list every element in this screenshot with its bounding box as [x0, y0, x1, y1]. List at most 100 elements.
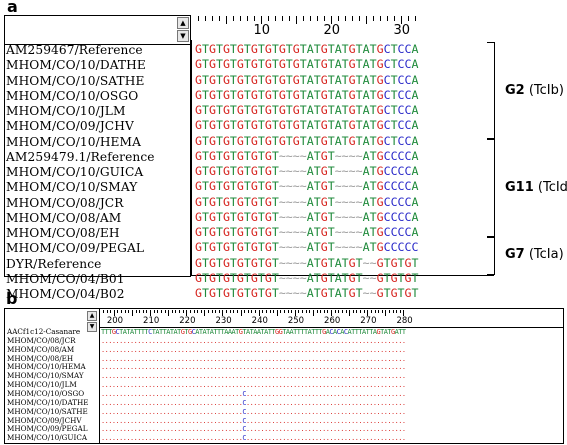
sequence-name[interactable]: MHOM/CO/08/EH — [6, 226, 120, 241]
group-g2-label: G2 (TcIb) — [505, 83, 564, 98]
ruler-tick — [393, 16, 395, 21]
ruler-tick — [267, 16, 269, 21]
ruler-tick — [204, 16, 206, 21]
sequence-name[interactable]: MHOM/CO/04/B02 — [6, 287, 125, 302]
ruler-label: 10 — [253, 23, 271, 38]
ruler-tick — [229, 310, 231, 313]
reference-sequence-row: TTTGCTATATTTTCTATTATATGTGCATATATTTAAATGT… — [101, 328, 406, 336]
sequence-name[interactable]: MHOM/CO/08/JCR — [6, 196, 124, 211]
sequence-row: .......................................C… — [101, 434, 406, 443]
sequence-row: GTGTGTGTGTGT~~~~ATGT~~~~ATGCCCCA — [195, 179, 419, 194]
ruler-tick — [182, 310, 184, 313]
scroll-down-icon[interactable]: ▼ — [177, 30, 189, 42]
ruler-tick — [309, 16, 311, 21]
ruler-tick — [370, 310, 372, 313]
ruler-tick — [200, 310, 202, 313]
ruler-label: 30 — [393, 23, 411, 38]
ruler-tick — [312, 310, 314, 316]
ruler-label: 270 — [360, 316, 377, 326]
sequence-name[interactable]: MHOM/CO/09/PEGAL — [6, 241, 144, 256]
ruler-tick — [128, 310, 130, 313]
sequence-name[interactable]: MHOM/CO/09/JCHV — [6, 119, 134, 134]
sequence-name[interactable]: MHOM/CO/10/DATHE — [6, 58, 146, 73]
ruler-tick — [345, 310, 347, 313]
ruler-tick — [276, 310, 278, 316]
ruler-tick — [131, 310, 133, 316]
ruler-tick — [372, 16, 374, 21]
ruler-tick — [320, 310, 322, 313]
ruler-tick — [262, 310, 264, 313]
ruler-tick — [385, 310, 387, 316]
sequence-name[interactable]: MHOM/CO/10/GUICA — [6, 165, 143, 180]
ruler-label: 240 — [251, 316, 268, 326]
sequence-name[interactable]: DYR/Reference — [6, 257, 101, 272]
ruler-tick — [374, 310, 376, 313]
ruler-tick — [363, 310, 365, 313]
ruler-tick — [295, 16, 297, 24]
panel-b-name-list: ▲ ▼ AACf1c12-Casanare MHOM/CO/08/JCR MHOM/… — [5, 309, 100, 443]
sequence-row: GTGTGTGTGTGT~~~~ATGTATGT~~GTGTGT — [195, 286, 419, 300]
ruler-tick — [392, 310, 394, 313]
ruler-label: 200 — [106, 316, 124, 326]
ruler-tick — [207, 310, 209, 313]
sequence-row: .......................................C… — [101, 407, 406, 416]
sequence-name[interactable]: MHOM/CO/10/SMAY — [6, 180, 137, 195]
sequence-row: ........................................… — [101, 336, 406, 345]
ruler-tick — [378, 310, 380, 313]
sequence-name[interactable]: AM259479.1/Reference — [6, 150, 155, 165]
sequence-row: .......................................C… — [101, 398, 406, 407]
ruler-tick — [232, 16, 234, 21]
sequence-name[interactable]: MHOM/CO/04/B01 — [6, 272, 125, 287]
ruler-tick — [225, 16, 227, 24]
scroll-up-icon[interactable]: ▲ — [87, 311, 97, 321]
ruler-tick — [239, 16, 241, 21]
panel-b-scroll-buttons: ▲ ▼ — [87, 311, 97, 333]
ruler-tick — [291, 310, 293, 313]
ruler-tick — [246, 16, 248, 21]
ruler-tick — [265, 310, 267, 313]
ruler-tick — [103, 310, 104, 313]
ruler-tick — [211, 16, 213, 21]
ruler-tick — [142, 310, 144, 313]
sequence-name[interactable]: MHOM/CO/10/HEMA — [6, 135, 141, 150]
sequence-name[interactable]: MHOM/CO/10/JLM — [6, 104, 126, 119]
sequence-name[interactable]: MHOM/CO/10/SATHE — [6, 74, 144, 89]
sequence-row: GTGTGTGTGTGTGTGTATGTATGTATGCTCCA — [195, 118, 419, 133]
ruler-tick — [316, 310, 318, 313]
sequence-row: GTGTGTGTGTGTGTGTATGTATGTATGCTCCA — [195, 133, 419, 148]
sequence-row: .......................................C… — [101, 416, 406, 425]
panel-a-name-header: ▲ ▼ — [5, 16, 190, 45]
ruler-tick — [381, 310, 383, 313]
scroll-up-icon[interactable]: ▲ — [177, 17, 189, 29]
sequence-name[interactable]: MHOM/CO/08/AM — [6, 211, 121, 226]
ruler-tick — [305, 310, 307, 313]
panel-a-name-list: ▲ ▼ AM259467/Reference MHOM/CO/10/DATHE MH… — [4, 15, 191, 301]
ruler-tick — [106, 310, 108, 313]
ruler-tick — [164, 310, 166, 313]
ruler-tick — [316, 16, 318, 21]
sequence-row: ........................................… — [101, 345, 406, 354]
ruler-tick — [218, 16, 220, 21]
panel-a-letter: a — [7, 0, 18, 16]
sequence-row: .......................................C… — [101, 389, 406, 398]
ruler-label: 280 — [396, 316, 413, 326]
sequence-name[interactable]: MHOM/CO/10/OSGO — [6, 89, 138, 104]
sequence-row: GTGTGTGTGTGTGTGTATGTATGTATGCTCCA — [195, 72, 419, 87]
group-g7-label: G7 (TcIa) — [505, 247, 564, 262]
sequence-name[interactable]: AM259467/Reference — [6, 43, 143, 58]
ruler-tick — [124, 310, 126, 313]
ruler-tick — [388, 310, 390, 313]
ruler-tick — [153, 310, 155, 313]
ruler-tick — [135, 310, 137, 313]
ruler-tick — [414, 16, 416, 21]
ruler-tick — [211, 310, 213, 313]
ruler-tick — [139, 310, 141, 313]
sequence-row: ........................................… — [101, 381, 406, 390]
sequence-row: GTGTGTGTGTGT~~~~ATGT~~~~ATGCCCCA — [195, 194, 419, 209]
scroll-down-icon[interactable]: ▼ — [87, 322, 97, 332]
ruler-tick — [247, 310, 249, 313]
ruler-tick — [274, 16, 276, 21]
ruler-tick — [255, 310, 257, 313]
ruler-tick — [379, 16, 381, 21]
sequence-name[interactable]: MHOM/CO/10/GUICA — [7, 433, 87, 443]
